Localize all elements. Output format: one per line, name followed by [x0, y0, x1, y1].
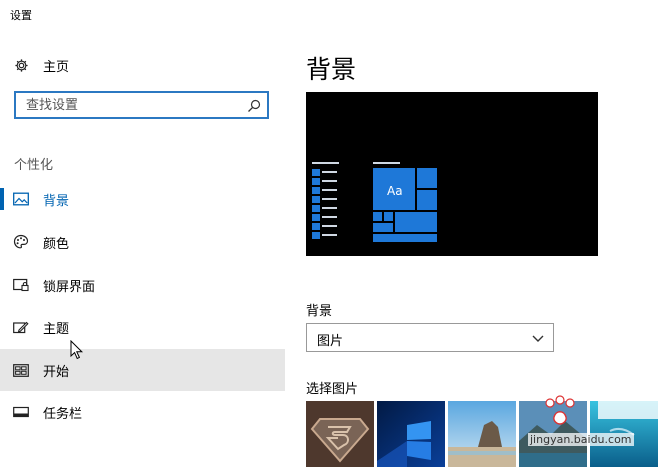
sidebar-item-themes[interactable]: 主题	[0, 306, 285, 348]
sidebar-item-label: 主题	[43, 321, 70, 337]
baidu-logo	[545, 395, 658, 425]
sidebar-item-label: 开始	[43, 364, 70, 380]
picture-thumbnail[interactable]	[306, 401, 374, 467]
sidebar-item-start[interactable]: 开始	[0, 349, 285, 391]
search-input[interactable]	[26, 97, 241, 113]
gear-icon	[13, 57, 29, 73]
sidebar-item-colors[interactable]: 颜色	[0, 221, 285, 263]
superman-logo-thumbnail	[306, 401, 374, 467]
palette-icon	[13, 234, 29, 250]
section-title: 个性化	[14, 158, 54, 173]
picture-thumbnail[interactable]	[377, 401, 445, 467]
sidebar-item-label: 背景	[43, 193, 70, 209]
taskbar-icon	[13, 404, 29, 420]
baidu-watermark: jingyan.baidu.com	[520, 393, 670, 465]
selection-indicator	[0, 188, 4, 210]
windows-blue-thumbnail	[377, 401, 445, 467]
start-icon	[13, 362, 29, 378]
choose-picture-label: 选择图片	[306, 382, 359, 397]
tile-text: Aa	[387, 184, 403, 198]
sidebar-item-label: 任务栏	[43, 406, 83, 422]
desktop-preview: Aa	[306, 92, 598, 256]
search-icon[interactable]	[247, 98, 261, 112]
page-title: 背景	[306, 55, 357, 84]
search-box[interactable]	[14, 91, 269, 119]
theme-icon	[13, 319, 29, 335]
chevron-down-icon	[532, 335, 544, 342]
sidebar-item-label: 锁屏界面	[43, 279, 96, 295]
start-menu-preview: Aa	[312, 162, 437, 242]
lock-screen-icon	[13, 277, 29, 293]
window-title: 设置	[10, 9, 32, 22]
background-label: 背景	[306, 304, 333, 319]
picture-icon	[13, 191, 29, 207]
sidebar-item-label: 颜色	[43, 236, 70, 252]
background-type-dropdown[interactable]: 图片	[306, 323, 554, 352]
watermark-text: jingyan.baidu.com	[528, 433, 634, 446]
sidebar-item-taskbar[interactable]: 任务栏	[0, 391, 285, 433]
picture-thumbnail[interactable]	[448, 401, 516, 467]
sidebar: 设置 主页 个性化 背景 颜色 锁屏界面 主题	[0, 0, 285, 467]
nav-home-label: 主页	[43, 59, 70, 75]
beach-rocks-thumbnail	[448, 401, 516, 467]
dropdown-value: 图片	[317, 334, 344, 349]
mouse-cursor-icon	[70, 340, 84, 360]
sidebar-item-background[interactable]: 背景	[0, 178, 285, 220]
nav-home[interactable]: 主页	[0, 44, 285, 86]
sidebar-item-lock-screen[interactable]: 锁屏界面	[0, 264, 285, 306]
